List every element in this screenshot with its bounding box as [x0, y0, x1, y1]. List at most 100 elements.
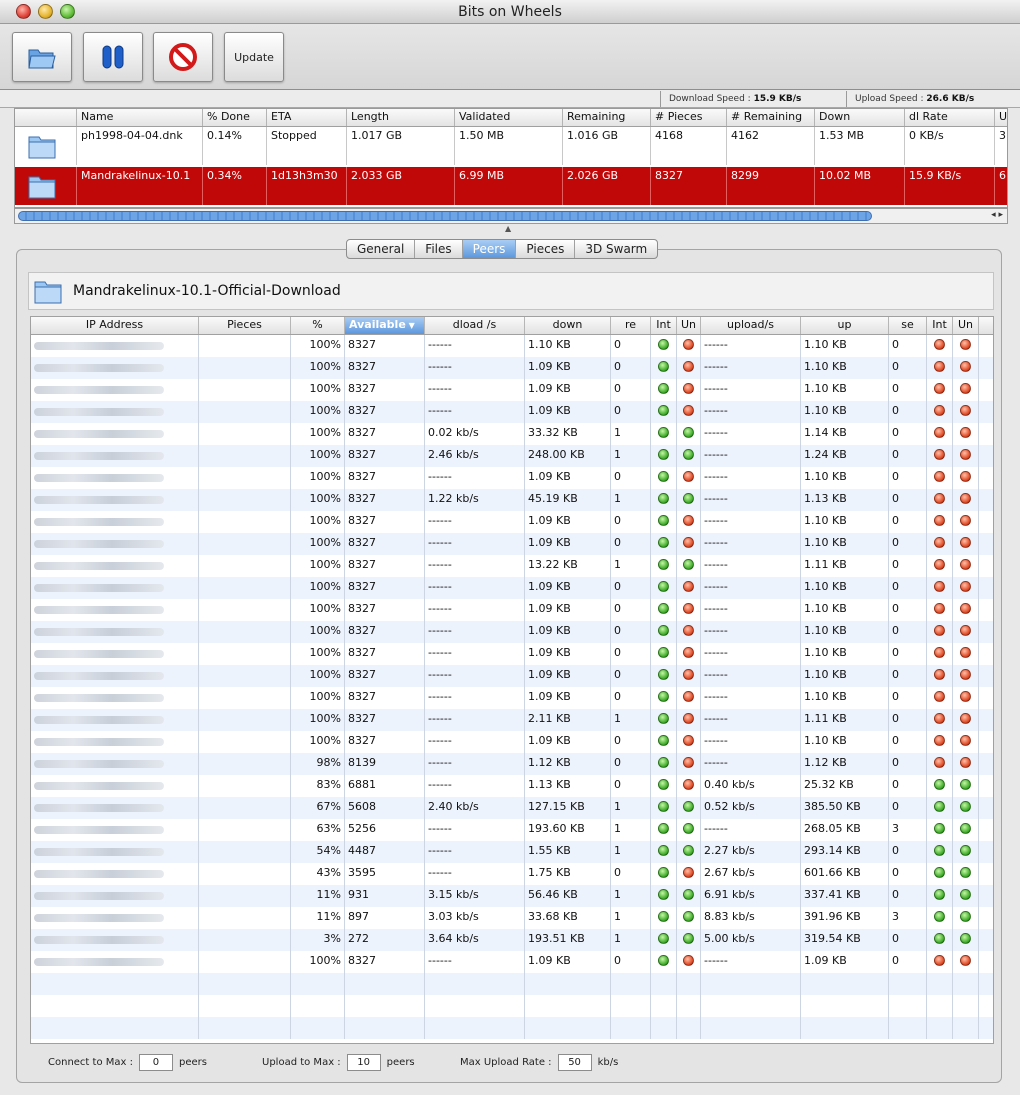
torrent-column-header[interactable]: Name [77, 109, 203, 126]
peer-row[interactable]: 100% 8327 ------ 1.09 KB 0 ------ 1.10 KB 0 [31, 533, 993, 555]
red-status-dot-icon [683, 713, 694, 724]
tab-files[interactable]: Files [415, 240, 463, 258]
peer-row[interactable]: 100% 8327 ------ 1.09 KB 0 ------ 1.10 KB 0 [31, 357, 993, 379]
peer-row[interactable]: 100% 8327 2.46 kb/s 248.00 KB 1 ------ 1.24 KB… [31, 445, 993, 467]
peer-row[interactable]: 100% 8327 ------ 1.09 KB 0 ------ 1.10 KB 0 [31, 687, 993, 709]
redacted-ip-address [34, 936, 164, 944]
peers-column-header[interactable]: up [801, 317, 889, 334]
splitter-handle-icon[interactable]: ▲ [505, 224, 511, 233]
tab-3d-swarm[interactable]: 3D Swarm [575, 240, 657, 258]
torrent-column-header[interactable]: # Remaining [727, 109, 815, 126]
scrollbar-thumb[interactable] [18, 211, 872, 221]
peer-value-cell: 0 [611, 665, 651, 687]
peer-pieces-cell [199, 687, 291, 709]
peer-row[interactable]: 100% 8327 1.22 kb/s 45.19 KB 1 ------ 1.13 KB 0 [31, 489, 993, 511]
peers-column-header[interactable]: Int [927, 317, 953, 334]
torrent-horizontal-scrollbar[interactable]: ◂ ▸ [14, 208, 1008, 224]
green-status-dot-icon [658, 823, 669, 834]
pause-button[interactable] [83, 32, 143, 82]
peers-column-header[interactable]: % [291, 317, 345, 334]
upload-max-input[interactable]: 10 [346, 1054, 381, 1071]
torrent-row-selected[interactable]: Mandrakelinux-10.1 0.34% 1d13h3m30 2.033 GB… [15, 167, 1007, 205]
peer-row[interactable]: 63% 5256 ------ 193.60 KB 1 ------ 268.05 KB 3 [31, 819, 993, 841]
torrent-column-header[interactable]: Down [815, 109, 905, 126]
torrent-column-header[interactable]: dl Rate [905, 109, 995, 126]
peers-column-header[interactable]: se [889, 317, 927, 334]
green-status-dot-icon [658, 801, 669, 812]
peer-row[interactable]: 100% 8327 ------ 1.09 KB 0 ------ 1.10 KB 0 [31, 731, 993, 753]
peer-row[interactable]: 100% 8327 ------ 1.09 KB 0 ------ 1.10 KB 0 [31, 643, 993, 665]
peer-row[interactable]: 43% 3595 ------ 1.75 KB 0 2.67 kb/s 601.66 KB 0 [31, 863, 993, 885]
peer-status-cell [953, 577, 979, 599]
peer-ip-cell [31, 753, 199, 775]
peers-column-header[interactable]: Un [677, 317, 701, 334]
peer-row[interactable]: 100% 8327 ------ 1.09 KB 0 ------ 1.10 KB 0 [31, 621, 993, 643]
tab-peers[interactable]: Peers [462, 240, 517, 258]
peer-value-cell: 2.40 kb/s [425, 797, 525, 819]
peer-status-cell [927, 533, 953, 555]
peer-row[interactable]: 100% 8327 ------ 1.09 KB 0 ------ 1.10 KB 0 [31, 599, 993, 621]
empty-cell [425, 973, 525, 995]
peer-row[interactable]: 100% 8327 ------ 13.22 KB 1 ------ 1.11 KB 0 [31, 555, 993, 577]
peer-row[interactable]: 11% 931 3.15 kb/s 56.46 KB 1 6.91 kb/s 337.41 … [31, 885, 993, 907]
open-button[interactable] [12, 32, 72, 82]
peer-status-cell [651, 445, 677, 467]
peers-column-header[interactable]: dload /s [425, 317, 525, 334]
peer-row[interactable]: 100% 8327 ------ 1.09 KB 0 ------ 1.10 KB 0 [31, 467, 993, 489]
peer-row[interactable]: 100% 8327 ------ 1.09 KB 0 ------ 1.10 KB 0 [31, 379, 993, 401]
update-button[interactable]: Update [224, 32, 284, 82]
peers-column-header[interactable]: Un [953, 317, 979, 334]
peer-row[interactable]: 100% 8327 ------ 1.09 KB 0 ------ 1.10 KB 0 [31, 511, 993, 533]
red-status-dot-icon [934, 471, 945, 482]
red-status-dot-icon [683, 339, 694, 350]
peer-row[interactable]: 83% 6881 ------ 1.13 KB 0 0.40 kb/s 25.32 KB 0 [31, 775, 993, 797]
peer-value-cell: 1.09 KB [525, 621, 611, 643]
peer-row[interactable]: 100% 8327 ------ 2.11 KB 1 ------ 1.11 KB 0 [31, 709, 993, 731]
torrent-column-header[interactable]: # Pieces [651, 109, 727, 126]
redacted-ip-address [34, 870, 164, 878]
peer-row[interactable]: 54% 4487 ------ 1.55 KB 1 2.27 kb/s 293.14 KB 0 [31, 841, 993, 863]
peer-row[interactable]: 100% 8327 0.02 kb/s 33.32 KB 1 ------ 1.14 KB 0 [31, 423, 993, 445]
peer-row[interactable]: 98% 8139 ------ 1.12 KB 0 ------ 1.12 KB 0 [31, 753, 993, 775]
torrent-column-header[interactable]: Validated [455, 109, 563, 126]
torrent-column-header[interactable]: % Done [203, 109, 267, 126]
red-status-dot-icon [683, 515, 694, 526]
peer-row[interactable]: 100% 8327 ------ 1.09 KB 0 ------ 1.10 KB 0 [31, 577, 993, 599]
peers-column-header[interactable]: down [525, 317, 611, 334]
peer-row[interactable]: 100% 8327 ------ 1.09 KB 0 ------ 1.10 KB 0 [31, 665, 993, 687]
stop-button[interactable] [153, 32, 213, 82]
peer-status-cell [927, 951, 953, 973]
peer-row[interactable]: 3% 272 3.64 kb/s 193.51 KB 1 5.00 kb/s 319.54 … [31, 929, 993, 951]
torrent-column-header[interactable]: ETA [267, 109, 347, 126]
peer-row[interactable]: 67% 5608 2.40 kb/s 127.15 KB 1 0.52 kb/s 385.5… [31, 797, 993, 819]
tab-general[interactable]: General [347, 240, 416, 258]
peers-column-header[interactable]: Int [651, 317, 677, 334]
peers-column-header[interactable]: Pieces [199, 317, 291, 334]
peer-row[interactable]: 11% 897 3.03 kb/s 33.68 KB 1 8.83 kb/s 391.96 … [31, 907, 993, 929]
peer-pieces-cell [199, 665, 291, 687]
tab-pieces[interactable]: Pieces [516, 240, 576, 258]
torrent-row[interactable]: ph1998-04-04.dnk 0.14% Stopped 1.017 GB 1.50… [15, 127, 1007, 165]
peer-value-cell: ------ [701, 621, 801, 643]
max-upload-rate-input[interactable]: 50 [557, 1054, 592, 1071]
torrent-column-header[interactable]: Up [995, 109, 1007, 126]
peers-column-header[interactable]: IP Address [31, 317, 199, 334]
peer-status-cell [651, 731, 677, 753]
torrent-column-header[interactable]: Remaining [563, 109, 651, 126]
peers-column-label: se [901, 318, 914, 331]
scroll-arrows-icon[interactable]: ◂ ▸ [991, 210, 1003, 220]
torrent-column-header[interactable]: Length [347, 109, 455, 126]
peers-column-header[interactable]: re [611, 317, 651, 334]
redacted-ip-address [34, 408, 164, 416]
peer-status-cell [677, 753, 701, 775]
peer-row[interactable]: 100% 8327 ------ 1.09 KB 0 ------ 1.10 KB 0 [31, 401, 993, 423]
peer-pieces-cell [199, 885, 291, 907]
peer-row[interactable]: 100% 8327 ------ 1.10 KB 0 ------ 1.10 KB 0 [31, 335, 993, 357]
torrent-cell: 4162 [727, 127, 815, 165]
peers-column-header[interactable]: upload/s [701, 317, 801, 334]
peers-column-header[interactable]: Available ▼ [345, 317, 425, 334]
connect-max-input[interactable]: 0 [138, 1054, 173, 1071]
peer-row[interactable]: 100% 8327 ------ 1.09 KB 0 ------ 1.09 KB 0 [31, 951, 993, 973]
peer-value-cell: 8327 [345, 687, 425, 709]
empty-row [31, 995, 993, 1017]
